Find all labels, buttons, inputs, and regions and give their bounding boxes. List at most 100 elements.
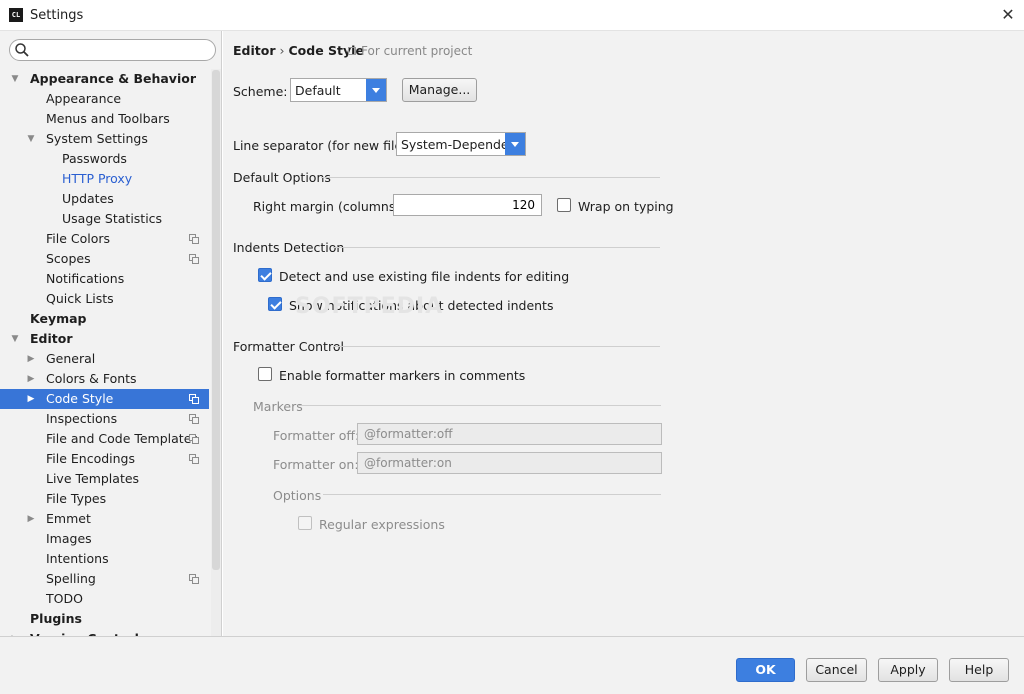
sidebar-item-label: Inspections [46, 411, 118, 426]
ok-button[interactable]: OK [736, 658, 795, 682]
sidebar-item-spelling[interactable]: Spelling [0, 569, 209, 589]
sidebar-item-live-templates[interactable]: Live Templates [0, 469, 209, 489]
close-icon[interactable]: ✕ [992, 0, 1024, 31]
sidebar-item-file-types[interactable]: File Types [0, 489, 209, 509]
indents-detection-title: Indents Detection [233, 240, 345, 255]
sidebar-item-emmet[interactable]: ▶ Emmet [0, 509, 209, 529]
collapsed-arrow-icon[interactable]: ▶ [25, 389, 37, 409]
collapsed-arrow-icon[interactable]: ▶ [9, 629, 21, 636]
sidebar-item-inspections[interactable]: Inspections [0, 409, 209, 429]
detect-indents-label[interactable]: Detect and use existing file indents for… [279, 269, 569, 284]
sidebar-item-label: Updates [62, 191, 114, 206]
scheme-label: Scheme: [233, 84, 288, 99]
sidebar-item-intentions[interactable]: Intentions [0, 549, 209, 569]
sidebar-item-appearance[interactable]: Appearance [0, 89, 209, 109]
sidebar-item-plugins[interactable]: Plugins [0, 609, 209, 629]
sidebar-item-appearance-behavior[interactable]: ▼ Appearance & Behavior [0, 69, 209, 89]
sidebar-item-scopes[interactable]: Scopes [0, 249, 209, 269]
sidebar-item-notifications[interactable]: Notifications [0, 269, 209, 289]
search-icon [15, 43, 29, 57]
line-separator-combo[interactable]: System-Dependent [396, 132, 526, 156]
regular-expressions-checkbox[interactable] [298, 516, 312, 530]
scheme-combo[interactable]: Default [290, 78, 387, 102]
project-scope-icon [189, 234, 199, 244]
sidebar-item-label: Plugins [30, 611, 82, 626]
project-scope-icon [189, 454, 199, 464]
sidebar-item-quick-lists[interactable]: Quick Lists [0, 289, 209, 309]
sidebar-item-label: System Settings [46, 131, 148, 146]
sidebar-item-usage-statistics[interactable]: Usage Statistics [0, 209, 209, 229]
enable-formatter-markers-checkbox[interactable] [258, 367, 272, 381]
show-notifications-checkbox[interactable] [268, 297, 282, 311]
sidebar-item-todo[interactable]: TODO [0, 589, 209, 609]
sidebar-item-updates[interactable]: Updates [0, 189, 209, 209]
sidebar-item-http-proxy[interactable]: HTTP Proxy [0, 169, 209, 189]
sidebar-item-label: Code Style [46, 391, 114, 406]
sidebar-item-file-colors[interactable]: File Colors [0, 229, 209, 249]
project-scope-icon [189, 434, 199, 444]
right-margin-field[interactable] [393, 194, 542, 216]
wrap-on-typing-label[interactable]: Wrap on typing [578, 199, 674, 214]
sidebar-item-version-control[interactable]: ▶ Version Control [0, 629, 209, 636]
sidebar-item-colors-fonts[interactable]: ▶ Colors & Fonts [0, 369, 209, 389]
sidebar-item-label: HTTP Proxy [62, 171, 133, 186]
expanded-arrow-icon[interactable]: ▼ [9, 329, 21, 349]
regular-expressions-label[interactable]: Regular expressions [319, 517, 445, 532]
sidebar-item-label: Usage Statistics [62, 211, 163, 226]
expanded-arrow-icon[interactable]: ▼ [25, 129, 37, 149]
collapsed-arrow-icon[interactable]: ▶ [25, 349, 37, 369]
sidebar-item-label: Editor [30, 331, 73, 346]
sidebar-item-file-encodings[interactable]: File Encodings [0, 449, 209, 469]
title-bar: CL Settings ✕ [0, 0, 1024, 31]
sidebar-item-code-style[interactable]: ▶ Code Style [0, 389, 209, 409]
divider [333, 346, 660, 347]
formatter-on-label: Formatter on: [273, 457, 359, 472]
line-separator-label: Line separator (for new files): [233, 138, 418, 153]
search-input[interactable] [32, 42, 210, 58]
formatter-off-label: Formatter off: [273, 428, 360, 443]
sidebar-item-label: TODO [46, 591, 83, 606]
apply-button[interactable]: Apply [878, 658, 938, 682]
right-margin-label: Right margin (columns): [253, 199, 405, 214]
divider [299, 405, 661, 406]
watermark: SOFTPEDIA [295, 294, 444, 319]
cancel-button[interactable]: Cancel [806, 658, 867, 682]
options-title: Options [273, 488, 322, 503]
breadcrumb-parent: Editor [233, 43, 276, 58]
formatter-on-field[interactable] [357, 452, 662, 474]
chevron-down-icon [505, 133, 525, 155]
project-scope-icon [348, 47, 356, 55]
sidebar-item-file-and-code-templates[interactable]: File and Code Templates [0, 429, 209, 449]
help-button[interactable]: Help [949, 658, 1009, 682]
sidebar-item-general[interactable]: ▶ General [0, 349, 209, 369]
settings-sidebar: ▼ Appearance & Behavior Appearance Menus an… [0, 31, 222, 636]
formatter-control-title: Formatter Control [233, 339, 344, 354]
enable-formatter-markers-label[interactable]: Enable formatter markers in comments [279, 368, 525, 383]
sidebar-item-menus-and-toolbars[interactable]: Menus and Toolbars [0, 109, 209, 129]
sidebar-item-label: File Encodings [46, 451, 136, 466]
collapsed-arrow-icon[interactable]: ▶ [25, 509, 37, 529]
sidebar-item-editor[interactable]: ▼ Editor [0, 329, 209, 349]
sidebar-item-keymap[interactable]: Keymap [0, 309, 209, 329]
sidebar-item-label: Passwords [62, 151, 127, 166]
sidebar-item-label: General [46, 351, 96, 366]
sidebar-item-label: Live Templates [46, 471, 140, 486]
formatter-off-field[interactable] [357, 423, 662, 445]
for-current-project-label: For current project [361, 44, 473, 58]
search-box[interactable] [9, 39, 216, 61]
sidebar-item-images[interactable]: Images [0, 529, 209, 549]
sidebar-item-label: File and Code Templates [46, 431, 198, 446]
markers-title: Markers [253, 399, 303, 414]
divider [333, 247, 660, 248]
sidebar-item-passwords[interactable]: Passwords [0, 149, 209, 169]
wrap-on-typing-checkbox[interactable] [557, 198, 571, 212]
tree-scrollbar-thumb[interactable] [212, 70, 220, 570]
collapsed-arrow-icon[interactable]: ▶ [25, 369, 37, 389]
chevron-down-icon [366, 79, 386, 101]
manage-button[interactable]: Manage... [402, 78, 477, 102]
sidebar-item-label: Keymap [30, 311, 87, 326]
sidebar-item-label: Quick Lists [46, 291, 114, 306]
expanded-arrow-icon[interactable]: ▼ [9, 69, 21, 89]
detect-indents-checkbox[interactable] [258, 268, 272, 282]
sidebar-item-system-settings[interactable]: ▼ System Settings [0, 129, 209, 149]
